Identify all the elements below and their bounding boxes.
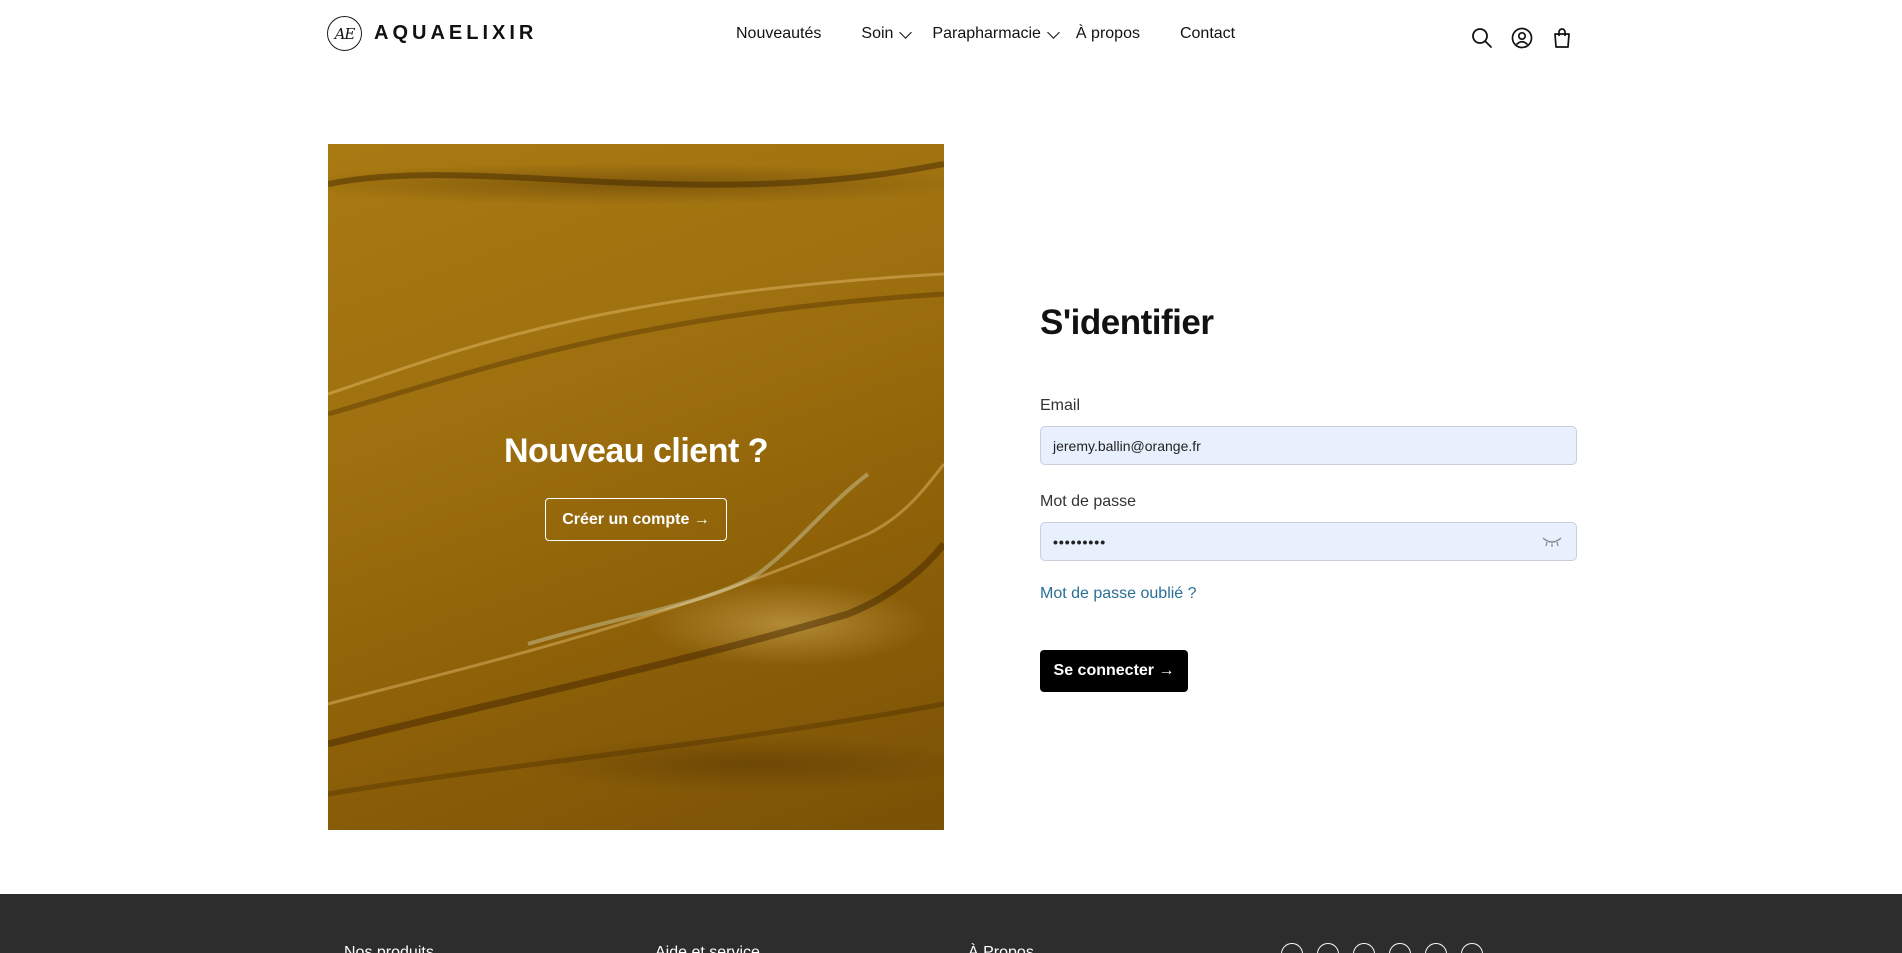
nav-item-parapharmacie[interactable]: Parapharmacie (932, 25, 1060, 43)
cart-icon[interactable] (1550, 26, 1574, 50)
site-footer: Nos produits Aide et service À Propos (0, 894, 1902, 953)
forgot-password-link[interactable]: Mot de passe oublié ? (1040, 585, 1197, 603)
account-icon[interactable] (1510, 26, 1534, 50)
nav-item-label: Contact (1179, 25, 1236, 42)
facebook-icon[interactable] (1317, 943, 1339, 953)
footer-heading-about[interactable]: À Propos (968, 944, 1034, 953)
nav-item-contact[interactable]: Contact (1180, 25, 1235, 43)
social-links (1281, 943, 1497, 953)
chevron-down-icon (1047, 25, 1060, 39)
tiktok-icon[interactable] (1389, 943, 1411, 953)
nav-item-label: Soin (861, 25, 894, 42)
nav-item-soin[interactable]: Soin (861, 25, 913, 43)
new-customer-title: Nouveau client ? (503, 432, 769, 470)
header-icons (1470, 26, 1574, 50)
pinterest-icon[interactable] (1281, 943, 1303, 953)
password-value: ••••••••• (1053, 533, 1107, 550)
logo-text: AQUAELIXIR (374, 22, 538, 44)
password-field[interactable]: ••••••••• (1040, 522, 1577, 561)
show-password-icon[interactable] (1542, 535, 1562, 551)
main-nav: Nouveautés Soin Parapharmacie À propos C… (736, 25, 1235, 43)
password-label: Mot de passe (1040, 493, 1137, 510)
nav-item-nouveautes[interactable]: Nouveautés (736, 25, 821, 43)
email-field[interactable]: jeremy.ballin@orange.fr (1040, 426, 1577, 465)
email-value: jeremy.ballin@orange.fr (1053, 437, 1201, 454)
gel-texture-image (328, 161, 944, 797)
login-button[interactable]: Se connecter → (1040, 650, 1188, 692)
nav-item-a-propos[interactable]: À propos (1076, 25, 1140, 43)
site-header: AE AQUAELIXIR Nouveautés Soin Parapharma… (0, 0, 1902, 76)
nav-item-label: Parapharmacie (932, 25, 1041, 42)
twitter-icon[interactable] (1461, 943, 1483, 953)
page-title: S'identifier (1040, 303, 1214, 342)
footer-heading-help[interactable]: Aide et service (655, 944, 760, 953)
search-icon[interactable] (1470, 26, 1494, 50)
footer-heading-products[interactable]: Nos produits (344, 944, 434, 953)
new-customer-panel: Nouveau client ? Créer un compte → (328, 144, 944, 830)
chevron-down-icon (899, 25, 913, 39)
nav-item-label: À propos (1075, 25, 1140, 42)
instagram-icon[interactable] (1353, 943, 1375, 953)
logo[interactable]: AE AQUAELIXIR (327, 16, 537, 51)
youtube-icon[interactable] (1425, 943, 1447, 953)
logo-mark: AE (327, 16, 362, 51)
nav-item-label: Nouveautés (736, 25, 822, 42)
create-account-button[interactable]: Créer un compte → (545, 498, 727, 541)
email-label: Email (1040, 397, 1081, 414)
